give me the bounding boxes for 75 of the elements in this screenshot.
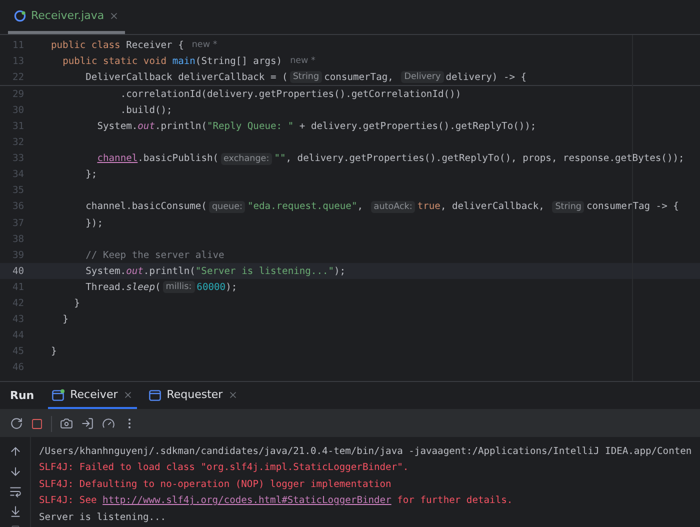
code-text: SLF4J: Defaulting to no-operation (NOP) logger implementation — [39, 478, 392, 490]
code-text: } — [74, 298, 80, 310]
code-text: consumerTag -> { — [586, 201, 679, 212]
class-icon — [14, 10, 26, 22]
code-text: System. — [97, 121, 138, 132]
line-number: 40 — [11, 266, 24, 277]
code-text: ); — [334, 266, 346, 277]
parameter-hint: millis: — [162, 281, 195, 294]
code-text: .correlationId(delivery.getProperties().getCorrelationId()) — [120, 88, 462, 100]
code-text: SLF4J: See — [39, 495, 98, 506]
code-text: ); — [226, 282, 238, 293]
code-text: sleep — [126, 282, 155, 293]
code-text: Server is listening... — [39, 512, 166, 523]
close-icon[interactable] — [109, 10, 120, 20]
code-text: .basicPublish( — [138, 153, 219, 164]
code-text: "Reply Queue: " — [206, 121, 294, 132]
code-text: (String[] args) — [195, 56, 282, 67]
application-icon — [148, 388, 162, 400]
code-text: Receiver { — [126, 40, 184, 51]
parameter-hint: String — [552, 200, 584, 213]
code-text: out — [126, 266, 144, 277]
code-text: SLF4J: Failed to load class "org.slf4j.impl.StaticLoggerBinder". — [39, 462, 409, 474]
code-text: 60000 — [196, 282, 226, 293]
code-text: ( — [154, 282, 161, 293]
run-tab[interactable]: Requester — [144, 382, 242, 409]
code-text: channel.basicConsume( — [86, 201, 207, 212]
editor-tab[interactable]: Receiver.java — [8, 0, 126, 34]
code-text: delivery) -> { — [446, 72, 527, 83]
link[interactable]: channel — [97, 153, 138, 164]
code-text: }); — [86, 218, 103, 229]
close-icon[interactable] — [228, 390, 238, 400]
code-text: } — [62, 314, 68, 326]
code-text: main — [172, 56, 196, 67]
code-text: }; — [86, 169, 98, 180]
code-text: , delivery.getProperties().getReplyTo(), props, response.getBytes()); — [286, 153, 684, 164]
arrow-down-icon[interactable] — [8, 465, 22, 478]
code-text: // Keep the server alive — [86, 250, 224, 261]
close-icon[interactable] — [122, 390, 133, 400]
code-text: , — [357, 201, 364, 212]
code-text: /Users/khanhnguyenj/.sdkman/candidates/java/21.0.4-tem/bin/java -javaagent:/Applications/IntelliJ IDEA.app/Conten — [39, 446, 692, 457]
arrow-up-icon[interactable] — [8, 445, 22, 458]
code-text: "eda.request.queue" — [247, 201, 358, 212]
parameter-hint: autoAck: — [370, 200, 416, 213]
code-text: public class — [51, 40, 122, 51]
code-text: , deliverCallback, — [440, 201, 546, 212]
code-text: .println( — [154, 121, 207, 132]
author-hint: new * — [192, 40, 218, 50]
code-text: DeliverCallback deliverCallback = ( — [86, 72, 288, 83]
code-text: out — [138, 121, 155, 132]
rerun-icon[interactable] — [10, 417, 23, 430]
code-text: .build(); — [120, 104, 172, 116]
code-text: Thread. — [86, 282, 126, 293]
code-text: + delivery.getProperties().getReplyTo()); — [299, 121, 536, 132]
parameter-hint: String — [290, 71, 322, 84]
code-text: System. — [86, 266, 126, 277]
stop-icon[interactable] — [31, 418, 43, 430]
code-text: "Server is listening..." — [195, 266, 334, 277]
code-text: for further details. — [397, 495, 513, 506]
author-hint: new * — [290, 56, 316, 66]
code-text: public static void — [62, 56, 168, 67]
parameter-hint: exchange: — [220, 152, 272, 165]
code-text: "" — [274, 153, 286, 164]
parameter-hint: Delivery — [401, 71, 444, 84]
parameter-hint: queue: — [208, 200, 246, 213]
code-text: consumerTag, — [324, 72, 394, 83]
panel-title: Run — [10, 389, 34, 402]
code-text: .println( — [143, 266, 196, 277]
code-text: } — [51, 346, 57, 358]
application-icon — [52, 388, 66, 400]
link[interactable]: http://www.slf4j.org/codes.html#StaticLoggerBinder — [102, 495, 392, 506]
camera-icon[interactable] — [60, 417, 73, 430]
gauge-icon[interactable] — [102, 417, 115, 430]
scroll-to-end-icon[interactable] — [8, 505, 22, 518]
soft-wrap-icon[interactable] — [8, 485, 22, 498]
code-text: true — [417, 201, 440, 212]
